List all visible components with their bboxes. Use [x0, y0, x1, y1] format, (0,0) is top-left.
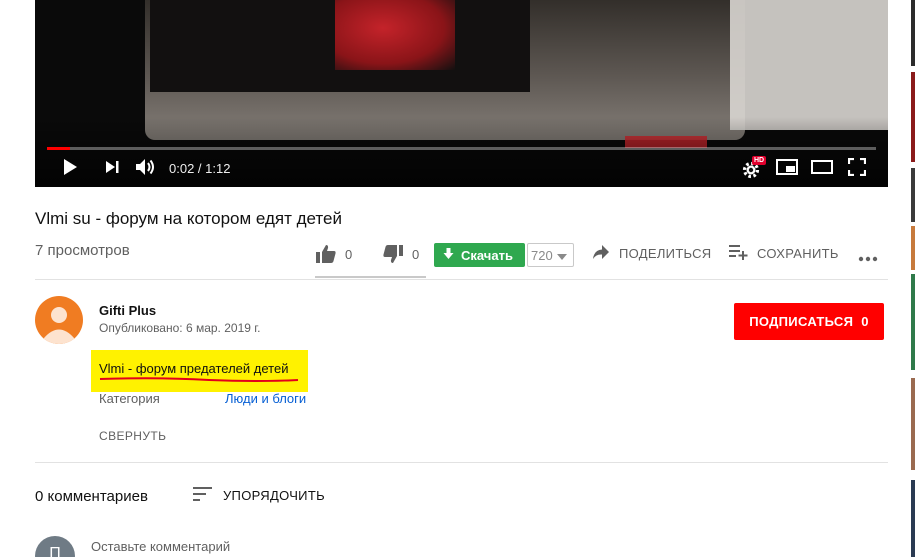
more-actions-button[interactable]: [858, 249, 878, 267]
time-separator: /: [194, 161, 206, 176]
channel-avatar[interactable]: [35, 296, 83, 344]
download-button[interactable]: Скачать: [434, 243, 525, 267]
view-count: 7 просмотров: [35, 242, 130, 259]
recommendation-thumbnail[interactable]: [911, 274, 915, 370]
divider-top: [35, 279, 888, 280]
subscribe-button[interactable]: ПОДПИСАТЬСЯ 0: [734, 303, 884, 340]
video-title: Vlmi su - форум на котором едят детей: [35, 209, 342, 228]
dislike-count: 0: [412, 246, 420, 262]
description-highlight: Vlmi - форум предателей детей: [91, 350, 308, 392]
fullscreen-icon: [847, 157, 867, 181]
next-icon: [104, 159, 120, 180]
recommendation-thumbnail[interactable]: [911, 168, 915, 222]
download-label: Скачать: [461, 247, 513, 263]
more-dots-icon: [858, 249, 878, 266]
share-label: ПОДЕЛИТЬСЯ: [619, 246, 712, 261]
video-player[interactable]: 0:02 / 1:12 HD: [35, 0, 888, 187]
share-button[interactable]: ПОДЕЛИТЬСЯ: [592, 244, 711, 263]
commenter-avatar: П: [35, 536, 75, 557]
subscriber-count: 0: [861, 314, 869, 329]
thumbs-down-icon: [382, 244, 404, 264]
fullscreen-button[interactable]: [846, 157, 868, 181]
save-button[interactable]: СОХРАНИТЬ: [729, 244, 839, 263]
time-total: 1:12: [205, 161, 231, 176]
add-to-playlist-icon: [729, 244, 748, 263]
time-current: 0:02: [169, 161, 195, 176]
like-count: 0: [345, 246, 353, 262]
video-frame-chat-panel: [730, 0, 888, 130]
comment-input[interactable]: Оставьте комментарий: [91, 539, 230, 554]
share-arrow-icon: [592, 244, 610, 263]
play-icon: [62, 158, 78, 181]
description-text: Vlmi - форум предателей детей: [99, 361, 289, 376]
sort-comments-button[interactable]: УПОРЯДОЧИТЬ: [193, 487, 325, 504]
progress-bar-played: [47, 147, 71, 150]
save-label: СОХРАНИТЬ: [757, 246, 839, 261]
settings-icon: HD: [741, 156, 767, 179]
sentiment-bar: [315, 276, 426, 278]
dislike-button[interactable]: 0: [382, 244, 432, 264]
recommendation-thumbnail[interactable]: [911, 378, 915, 470]
progress-bar[interactable]: [47, 147, 876, 150]
category-label: Категория: [99, 391, 160, 406]
channel-name[interactable]: Gifti Plus: [99, 303, 156, 318]
show-less-button[interactable]: СВЕРНУТЬ: [99, 429, 166, 443]
recommendations-edge: [911, 0, 915, 557]
theater-mode-button[interactable]: [810, 158, 834, 180]
hd-badge: HD: [752, 156, 767, 165]
recommendation-thumbnail[interactable]: [911, 480, 915, 557]
publish-date: Опубликовано: 6 мар. 2019 г.: [99, 321, 261, 335]
miniplayer-icon: [776, 158, 798, 180]
chevron-down-icon: [556, 248, 567, 263]
category-link[interactable]: Люди и блоги: [225, 391, 306, 406]
miniplayer-button[interactable]: [775, 158, 799, 180]
download-arrow-icon: [443, 247, 454, 263]
subscribe-label: ПОДПИСАТЬСЯ: [749, 314, 854, 329]
quality-select[interactable]: 720: [527, 243, 574, 267]
volume-button[interactable]: [134, 158, 158, 180]
quality-value: 720: [531, 247, 553, 263]
recommendation-thumbnail[interactable]: [911, 0, 915, 66]
commenter-avatar-letter: П: [49, 545, 61, 557]
red-underline-annotation: [99, 377, 299, 382]
next-button[interactable]: [101, 158, 123, 180]
recommendation-thumbnail[interactable]: [911, 226, 915, 270]
thumbs-up-icon: [315, 244, 337, 264]
divider-bottom: [35, 462, 888, 463]
recommendation-thumbnail[interactable]: [911, 72, 915, 162]
theater-icon: [811, 159, 833, 179]
volume-icon: [135, 158, 157, 181]
play-button[interactable]: [59, 158, 81, 180]
like-button[interactable]: 0: [315, 244, 365, 264]
time-display: 0:02 / 1:12: [169, 161, 230, 176]
comments-count: 0 комментариев: [35, 488, 148, 505]
sort-icon: [193, 487, 213, 504]
sort-label: УПОРЯДОЧИТЬ: [223, 488, 325, 503]
video-frame-red-figure: [335, 0, 455, 70]
like-dislike-group: 0 0: [315, 239, 432, 269]
user-silhouette-icon: [44, 307, 74, 344]
settings-button[interactable]: HD: [739, 156, 767, 180]
